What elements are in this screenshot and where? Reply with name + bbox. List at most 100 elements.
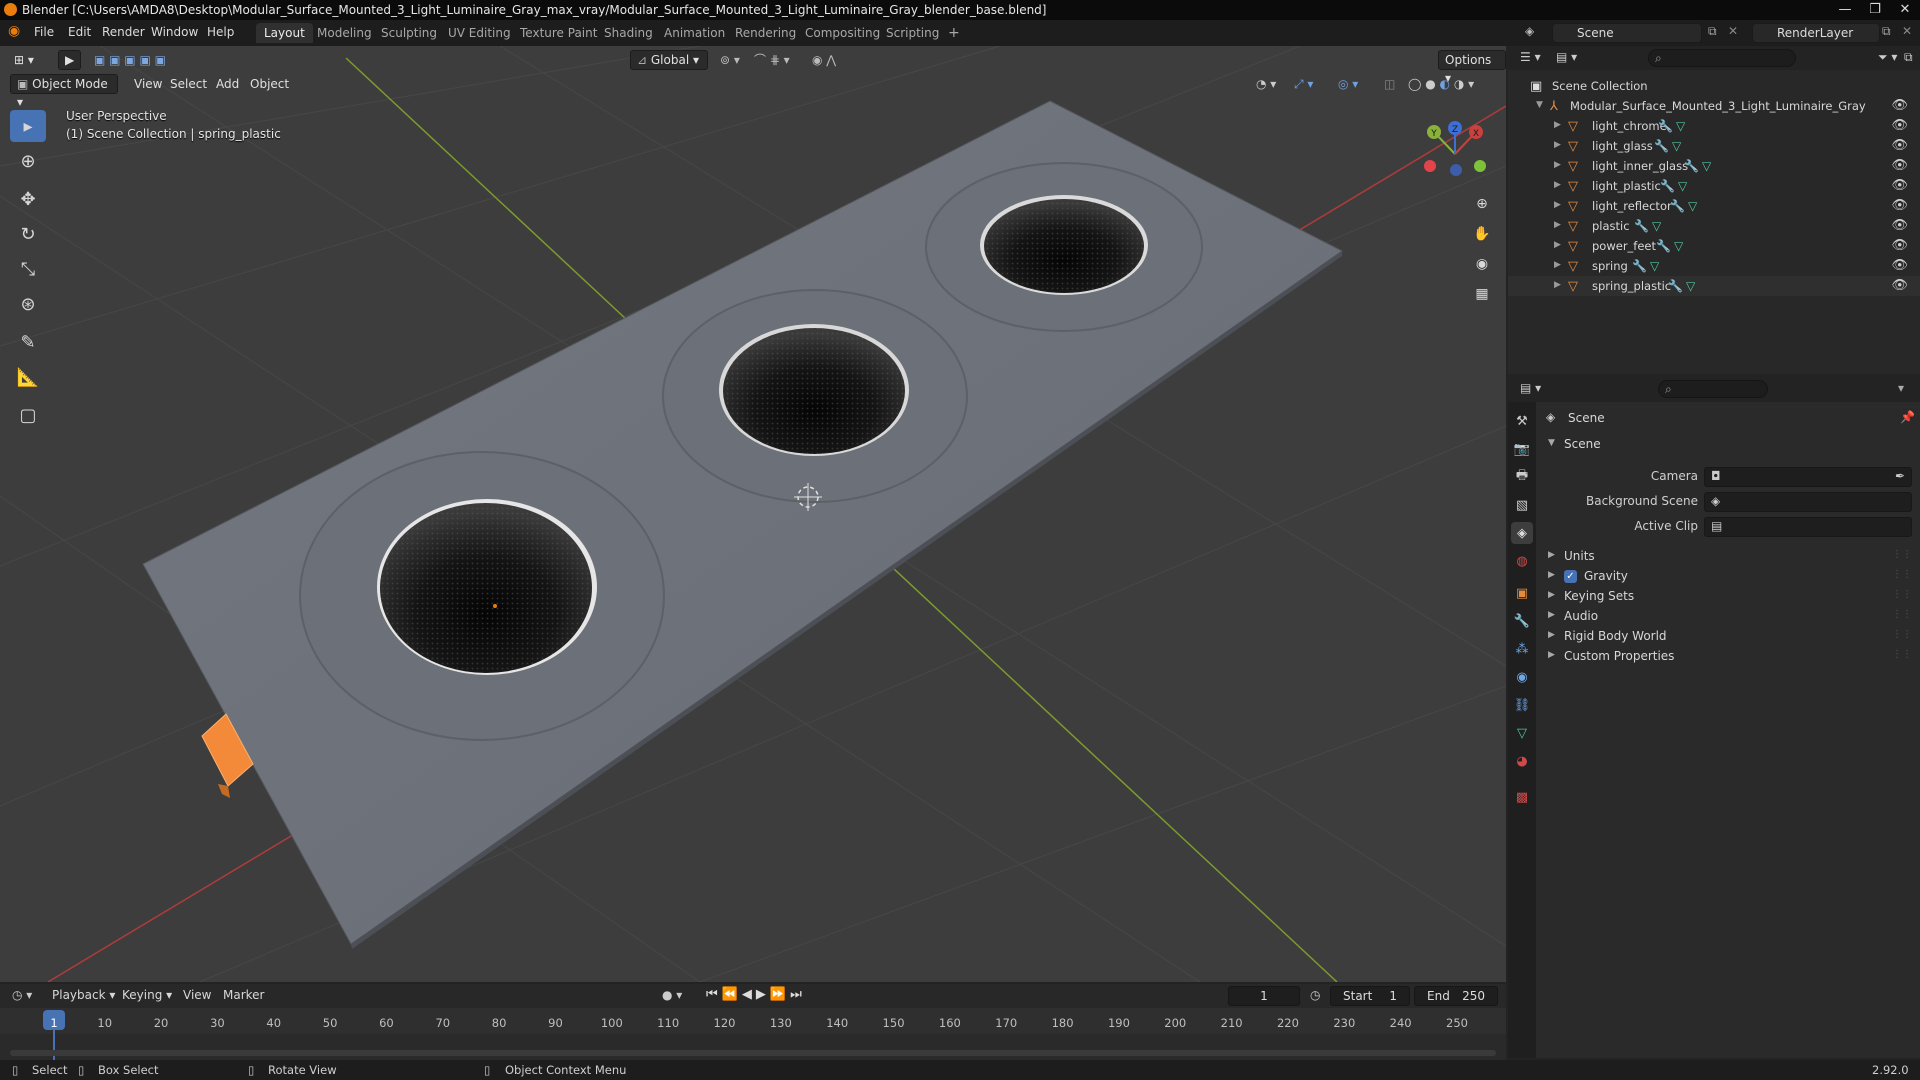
gravity-checkbox[interactable]: ✓ — [1564, 570, 1577, 583]
transform-tool-icon[interactable]: ⊛ — [10, 288, 46, 320]
scene-selector[interactable]: Scene — [1552, 23, 1702, 43]
snap-icon[interactable]: ⌒ ⋕ ▾ — [748, 50, 796, 70]
mesh-data-icon[interactable]: ▽ — [1688, 199, 1697, 213]
visibility-eye-icon[interactable]: 👁 — [1891, 278, 1908, 293]
visibility-eye-icon[interactable]: 👁 — [1891, 98, 1908, 113]
drag-handle-icon[interactable]: ⋮⋮ — [1892, 589, 1912, 600]
object-menu[interactable]: Object — [244, 74, 295, 94]
blender-menu-icon[interactable]: ◉ — [8, 23, 20, 39]
select-mode-icon[interactable]: ▶ — [58, 50, 82, 70]
light-fixture-2[interactable] — [662, 289, 968, 503]
outliner-item-light-chrome[interactable]: ▶ ▽ light_chrome 🔧 ▽ 👁 — [1508, 116, 1920, 136]
xray-toggle-icon[interactable]: ◫ — [1378, 74, 1401, 94]
tab-texture-paint[interactable]: Texture Paint — [512, 23, 605, 43]
move-tool-icon[interactable]: ✥ — [10, 183, 46, 215]
measure-tool-icon[interactable]: 📐 — [10, 361, 46, 393]
tool-tab-icon[interactable]: ⚒ — [1511, 410, 1533, 432]
data-tab-icon[interactable]: ▽ — [1511, 722, 1533, 744]
visibility-eye-icon[interactable]: 👁 — [1891, 158, 1908, 173]
current-frame-field[interactable]: 1 — [1228, 986, 1300, 1006]
tab-uv-editing[interactable]: UV Editing — [440, 23, 519, 43]
menu-help[interactable]: Help — [207, 25, 234, 39]
modifier-wrench-icon[interactable]: 🔧 — [1670, 199, 1685, 213]
scene-tab-icon[interactable]: ◈ — [1511, 522, 1533, 544]
outliner-search-input[interactable]: ⌕ — [1648, 49, 1796, 67]
timeline-scrollbar[interactable] — [10, 1050, 1496, 1056]
expand-arrow-icon[interactable]: ▶ — [1554, 260, 1561, 270]
mesh-data-icon[interactable]: ▽ — [1676, 119, 1685, 133]
expand-arrow-icon[interactable]: ▶ — [1554, 140, 1561, 150]
view-layer-tab-icon[interactable]: ▧ — [1511, 494, 1533, 516]
add-menu[interactable]: Add — [210, 74, 245, 94]
world-tab-icon[interactable]: ◍ — [1511, 550, 1533, 572]
modifier-wrench-icon[interactable]: 🔧 — [1668, 279, 1683, 293]
timeline-editor-type-icon[interactable]: ◷ ▾ — [12, 988, 32, 1002]
keying-menu[interactable]: Keying ▾ — [122, 988, 172, 1002]
visibility-eye-icon[interactable]: 👁 — [1891, 178, 1908, 193]
navigation-gizmo[interactable]: Y Z X — [1420, 116, 1490, 186]
mesh-data-icon[interactable]: ▽ — [1686, 279, 1695, 293]
expand-arrow-icon[interactable]: ▶ — [1554, 120, 1561, 130]
options-dropdown[interactable]: Options ▾ — [1438, 50, 1506, 85]
maximize-button[interactable]: ❐ — [1860, 0, 1890, 20]
modifier-wrench-icon[interactable]: 🔧 — [1660, 179, 1675, 193]
timeline-view-menu[interactable]: View — [183, 988, 211, 1002]
mesh-data-icon[interactable]: ▽ — [1672, 139, 1681, 153]
drag-handle-icon[interactable]: ⋮⋮ — [1892, 569, 1912, 580]
outliner-item-light-glass[interactable]: ▶ ▽ light_glass 🔧 ▽ 👁 — [1508, 136, 1920, 156]
add-cube-tool-icon[interactable]: ▢ — [10, 399, 46, 431]
outliner-item-spring[interactable]: ▶ ▽ spring 🔧 ▽ 👁 — [1508, 256, 1920, 276]
menu-edit[interactable]: Edit — [68, 25, 91, 39]
menu-window[interactable]: Window — [151, 25, 198, 39]
drag-handle-icon[interactable]: ⋮⋮ — [1892, 609, 1912, 620]
mesh-data-icon[interactable]: ▽ — [1650, 259, 1659, 273]
timeline-area[interactable]: 1 10 20 30 40 50 60 70 80 90 100 110 120 130 140 150 160… — [0, 1008, 1506, 1060]
collapse-arrow-icon[interactable]: ▼ — [1536, 100, 1543, 110]
shading-modes-icon[interactable]: ◯ ● ◐ ◑ ▾ — [1402, 74, 1480, 94]
editor-type-button[interactable]: ⊞ ▾ — [8, 50, 40, 70]
object-tab-icon[interactable]: ▣ — [1511, 582, 1533, 604]
expand-arrow-icon[interactable]: ▶ — [1554, 280, 1561, 290]
properties-editor-type-icon[interactable]: ▤ ▾ — [1520, 381, 1541, 395]
modifier-wrench-icon[interactable]: 🔧 — [1632, 259, 1647, 273]
drag-handle-icon[interactable]: ⋮⋮ — [1892, 549, 1912, 560]
select-menu[interactable]: Select — [164, 74, 213, 94]
playback-menu[interactable]: Playback ▾ — [52, 988, 115, 1002]
properties-options-icon[interactable]: ▾ — [1898, 381, 1904, 395]
proportional-edit-icon[interactable]: ◉ ⋀ — [806, 50, 842, 70]
record-icon[interactable]: ● ▾ — [662, 988, 682, 1002]
light-fixture-1[interactable] — [299, 451, 665, 741]
scene-panel-header[interactable]: ▼ Scene — [1544, 434, 1914, 456]
texture-tab-icon[interactable]: ▩ — [1511, 786, 1533, 808]
tab-modeling[interactable]: Modeling — [309, 23, 380, 43]
new-render-layer-icon[interactable]: ⧉ — [1882, 24, 1891, 39]
outliner-item-plastic[interactable]: ▶ ▽ plastic 🔧 ▽ 👁 — [1508, 216, 1920, 236]
expand-arrow-icon[interactable]: ▶ — [1554, 220, 1561, 230]
drag-handle-icon[interactable]: ⋮⋮ — [1892, 649, 1912, 660]
scale-tool-icon[interactable]: ⤡ — [10, 253, 46, 285]
add-workspace-button[interactable]: + — [940, 23, 968, 43]
tab-layout[interactable]: Layout — [256, 23, 313, 43]
select-box-tool-icon[interactable]: ▸ — [10, 110, 46, 142]
new-collection-icon[interactable]: ⧉ — [1904, 50, 1913, 65]
subpanel-custom-properties[interactable]: ▶ Custom Properties ⋮⋮ — [1544, 646, 1914, 668]
active-clip-field[interactable]: ▤ — [1704, 517, 1912, 537]
visibility-eye-icon[interactable]: 👁 — [1891, 138, 1908, 153]
pan-hand-icon[interactable]: ✋ — [1469, 221, 1495, 247]
light-fixture-3[interactable] — [925, 162, 1203, 332]
render-layer-selector[interactable]: RenderLayer — [1752, 23, 1880, 43]
rotate-tool-icon[interactable]: ↻ — [10, 218, 46, 250]
particles-tab-icon[interactable]: ⁂ — [1511, 638, 1533, 660]
drag-handle-icon[interactable]: ⋮⋮ — [1892, 629, 1912, 640]
outliner-editor-type-icon[interactable]: ☰ ▾ — [1520, 50, 1541, 64]
view-menu[interactable]: View — [128, 74, 168, 94]
modifier-wrench-icon[interactable]: 🔧 — [1684, 159, 1699, 173]
camera-field[interactable]: ◘ ✒ — [1704, 467, 1912, 487]
outliner-item-light-plastic[interactable]: ▶ ▽ light_plastic 🔧 ▽ 👁 — [1508, 176, 1920, 196]
start-frame-field[interactable]: Start 1 — [1330, 986, 1410, 1006]
zoom-icon[interactable]: ⊕ — [1469, 191, 1495, 217]
display-mode-icon[interactable]: ▤ ▾ — [1556, 50, 1577, 64]
subpanel-units[interactable]: ▶ Units ⋮⋮ — [1544, 546, 1914, 568]
modifier-wrench-icon[interactable]: 🔧 — [1658, 119, 1673, 133]
expand-arrow-icon[interactable]: ▶ — [1554, 240, 1561, 250]
